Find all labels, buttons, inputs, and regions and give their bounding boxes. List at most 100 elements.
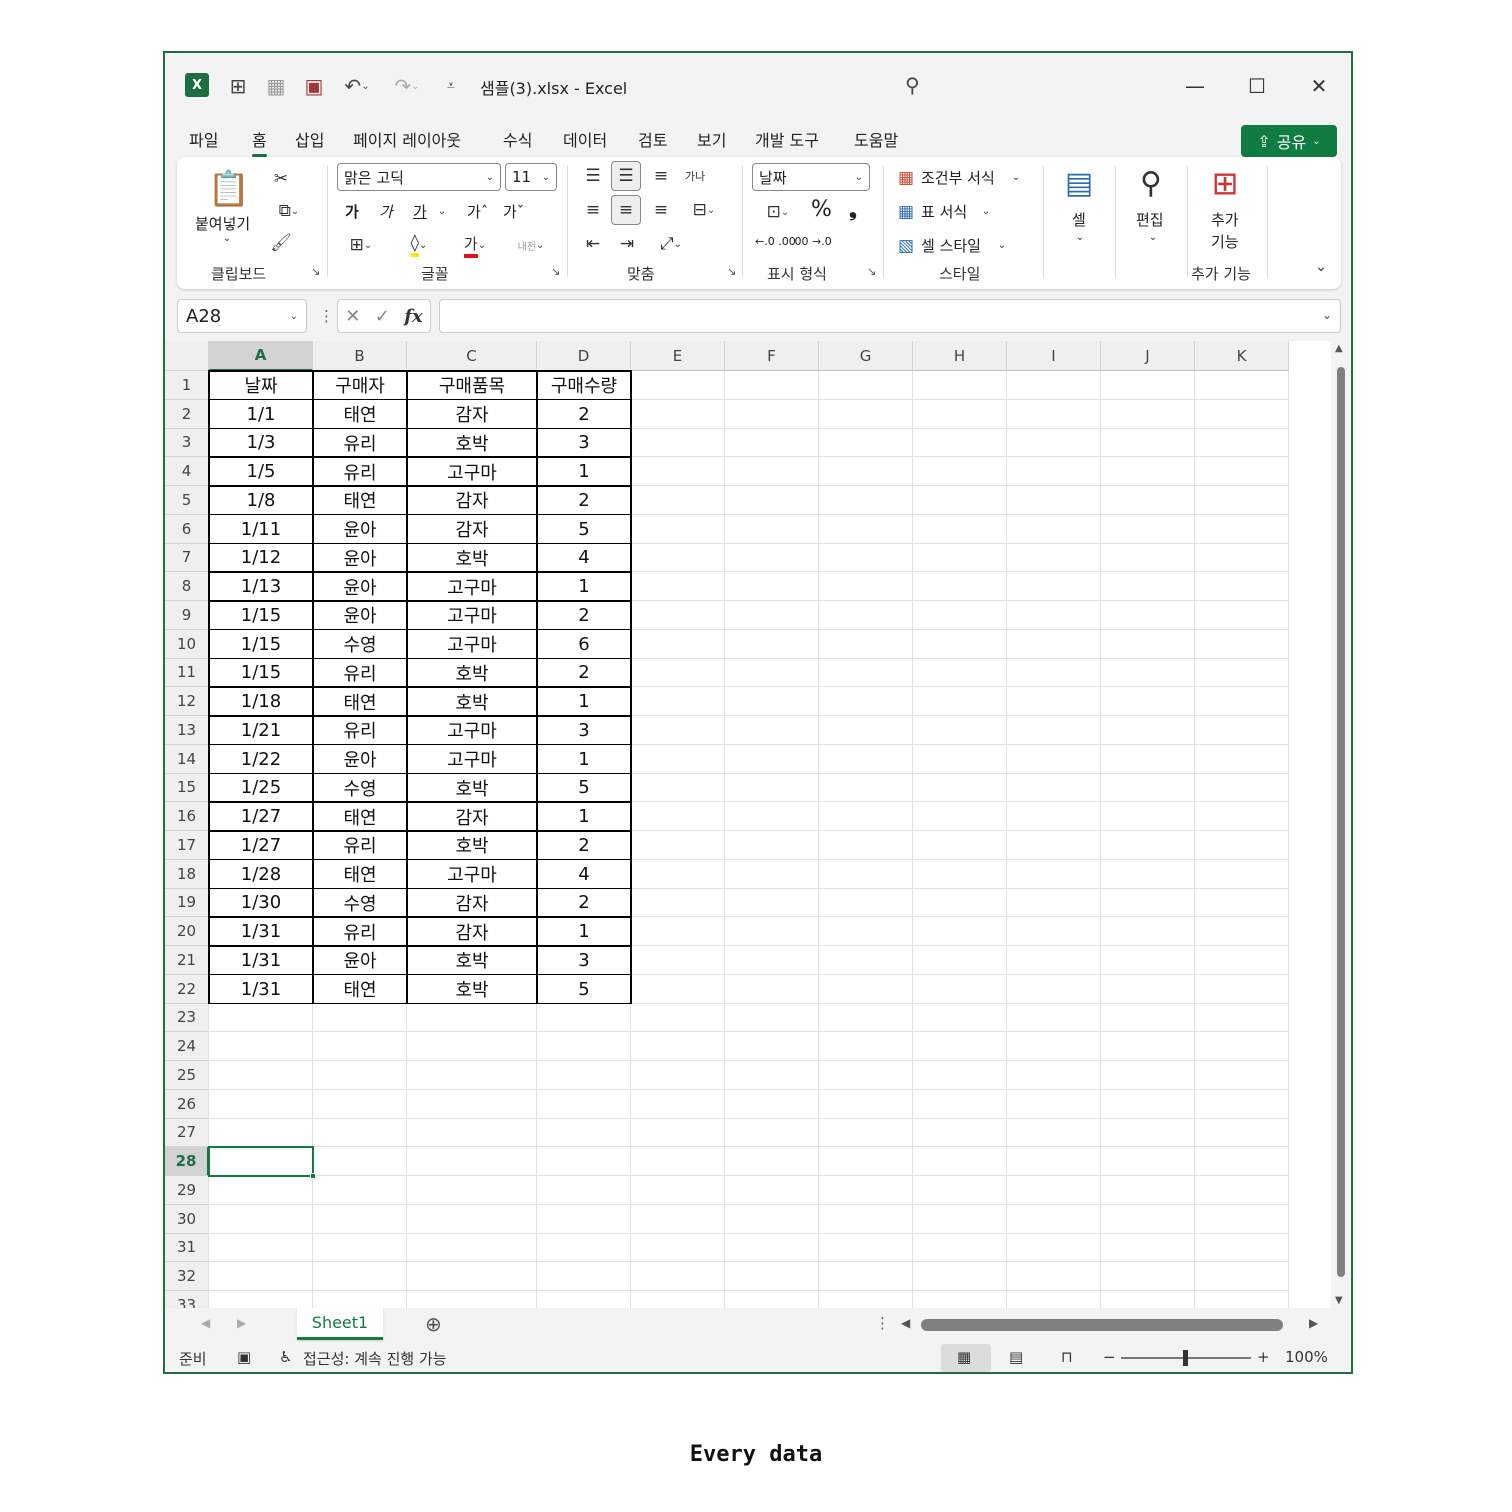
find-icon[interactable]: ⚲ [1131,163,1171,203]
zoom-slider-thumb[interactable] [1183,1350,1188,1366]
table-cell[interactable]: 4 [537,860,631,889]
row-header-1[interactable]: 1 [165,371,209,400]
row-header-24[interactable]: 24 [165,1032,209,1061]
table-cell[interactable]: 5 [537,975,631,1004]
chevron-down-icon[interactable]: ⌄ [995,235,1009,255]
table-cell[interactable]: 유리 [313,659,407,688]
confirm-icon[interactable]: ✓ [375,306,390,327]
table-cell[interactable]: 고구마 [407,601,537,630]
customize-quick-access-icon[interactable]: ⩡ [441,71,461,101]
number-format-select[interactable]: 날짜 ⌄ [752,163,870,191]
form-icon[interactable]: ▦ [261,71,291,101]
row-header-11[interactable]: 11 [165,658,209,688]
page-layout-view-icon[interactable]: ▤ [1009,1348,1023,1366]
table-cell[interactable]: 1 [537,802,631,831]
scroll-up-icon[interactable]: ▲ [1335,343,1343,354]
cell-styles-icon[interactable]: ▧ [895,235,917,257]
format-painter-icon[interactable]: 🖌 [269,231,293,255]
ribbon-collapse-icon[interactable]: ⌄ [1311,257,1331,277]
table-cell[interactable]: 태연 [313,486,407,515]
paste-label[interactable]: 붙여넣기 [195,213,250,234]
table-cell[interactable]: 1/27 [209,831,313,860]
row-header-12[interactable]: 12 [165,687,209,716]
insert-function-icon[interactable]: fx [404,306,422,327]
tab-file[interactable]: 파일 [189,127,218,151]
table-cell[interactable]: 1/5 [209,457,313,486]
fill-handle[interactable] [310,1173,316,1179]
next-sheet-icon[interactable]: ▶ [237,1316,246,1330]
conditional-formatting-button[interactable]: 조건부 서식 [921,167,995,188]
tab-data[interactable]: 데이터 [563,127,607,151]
vertical-scrollbar[interactable]: ▲ ▼ [1331,341,1351,1308]
table-cell[interactable]: 1/21 [209,716,313,745]
table-cell[interactable]: 호박 [407,659,537,688]
table-cell[interactable]: 고구마 [407,745,537,774]
cancel-icon[interactable]: ✕ [345,306,360,327]
table-cell[interactable]: 고구마 [407,860,537,889]
page-break-view-icon[interactable]: ⊓ [1061,1348,1073,1366]
table-cell[interactable]: 유리 [313,917,407,946]
table-cell[interactable]: 고구마 [407,457,537,486]
table-cell[interactable]: 호박 [407,831,537,860]
row-header-4[interactable]: 4 [165,457,209,486]
normal-view-icon[interactable]: ▦ [957,1348,971,1366]
save-icon[interactable]: ▣ [299,71,329,101]
table-cell[interactable]: 윤아 [313,515,407,544]
table-cell[interactable]: 1/18 [209,687,313,716]
accessibility-icon[interactable]: ♿ [279,1348,292,1366]
column-header-b[interactable]: B [313,341,407,371]
autosave-icon[interactable]: ⊞ [223,71,253,101]
row-header-14[interactable]: 14 [165,744,209,774]
comma-style-button[interactable]: ❟ [849,197,857,221]
table-cell[interactable]: 1/25 [209,774,313,803]
cell-styles-button[interactable]: 셀 스타일 [921,235,981,256]
table-cell[interactable]: 1 [537,572,631,601]
alignment-launcher-icon[interactable]: ↘ [727,265,736,278]
table-cell[interactable]: 1/30 [209,889,313,918]
tab-page-layout[interactable]: 페이지 레이아웃 [353,127,461,151]
table-cell[interactable]: 1/15 [209,601,313,630]
merge-center-icon[interactable]: ⊟ ⌄ [681,197,727,223]
table-cell[interactable]: 1/27 [209,802,313,831]
table-cell[interactable]: 윤아 [313,601,407,630]
table-cell[interactable]: 윤아 [313,572,407,601]
editing-label[interactable]: 편집 [1136,209,1164,230]
table-cell[interactable]: 태연 [313,687,407,716]
table-cell[interactable]: 1/8 [209,486,313,515]
borders-icon[interactable]: ⊞ ⌄ [339,233,383,257]
tab-formulas[interactable]: 수식 [503,127,532,151]
shrink-font-button[interactable]: 가ˇ [503,201,524,222]
row-header-10[interactable]: 10 [165,629,209,659]
worksheet-grid[interactable]: ABCDEFGHIJK 1 2 3 4 5 6 7 8 9 10 11 12 13 14 15 16 17 18 1… [165,341,1351,1308]
percent-style-button[interactable]: % [811,197,832,222]
paste-chevron-icon[interactable]: ⌄ [217,233,237,244]
close-button[interactable]: ✕ [1297,67,1341,105]
table-cell[interactable]: 윤아 [313,745,407,774]
table-cell[interactable]: 6 [537,630,631,659]
table-cell[interactable]: 유리 [313,716,407,745]
search-icon[interactable]: ⚲ [905,73,920,97]
align-top-icon[interactable]: ☰ [581,163,605,189]
table-cell[interactable]: 감자 [407,917,537,946]
table-cell[interactable]: 수영 [313,774,407,803]
column-header-k[interactable]: K [1195,341,1289,371]
table-cell[interactable]: 3 [537,946,631,975]
name-box[interactable]: A28 ⌄ [177,299,307,333]
add-sheet-icon[interactable]: ⊕ [425,1312,442,1336]
table-cell[interactable]: 1/31 [209,946,313,975]
table-cell[interactable]: 호박 [407,687,537,716]
table-cell[interactable]: 1/3 [209,429,313,458]
table-cell[interactable]: 태연 [313,975,407,1004]
table-cell[interactable]: 호박 [407,544,537,573]
add-ins-label-line1[interactable]: 추가 [1211,209,1239,230]
table-cell[interactable]: 1/15 [209,630,313,659]
table-cell[interactable]: 태연 [313,400,407,429]
undo-icon[interactable]: ↶ ⌄ [337,71,377,101]
table-cell[interactable]: 4 [537,544,631,573]
copy-icon[interactable]: ⧉ ⌄ [269,199,309,223]
table-cell[interactable]: 2 [537,831,631,860]
macro-record-icon[interactable]: ▣ [237,1348,251,1366]
conditional-formatting-icon[interactable]: ▦ [895,167,917,189]
table-cell[interactable]: 호박 [407,946,537,975]
table-cell[interactable]: 호박 [407,429,537,458]
